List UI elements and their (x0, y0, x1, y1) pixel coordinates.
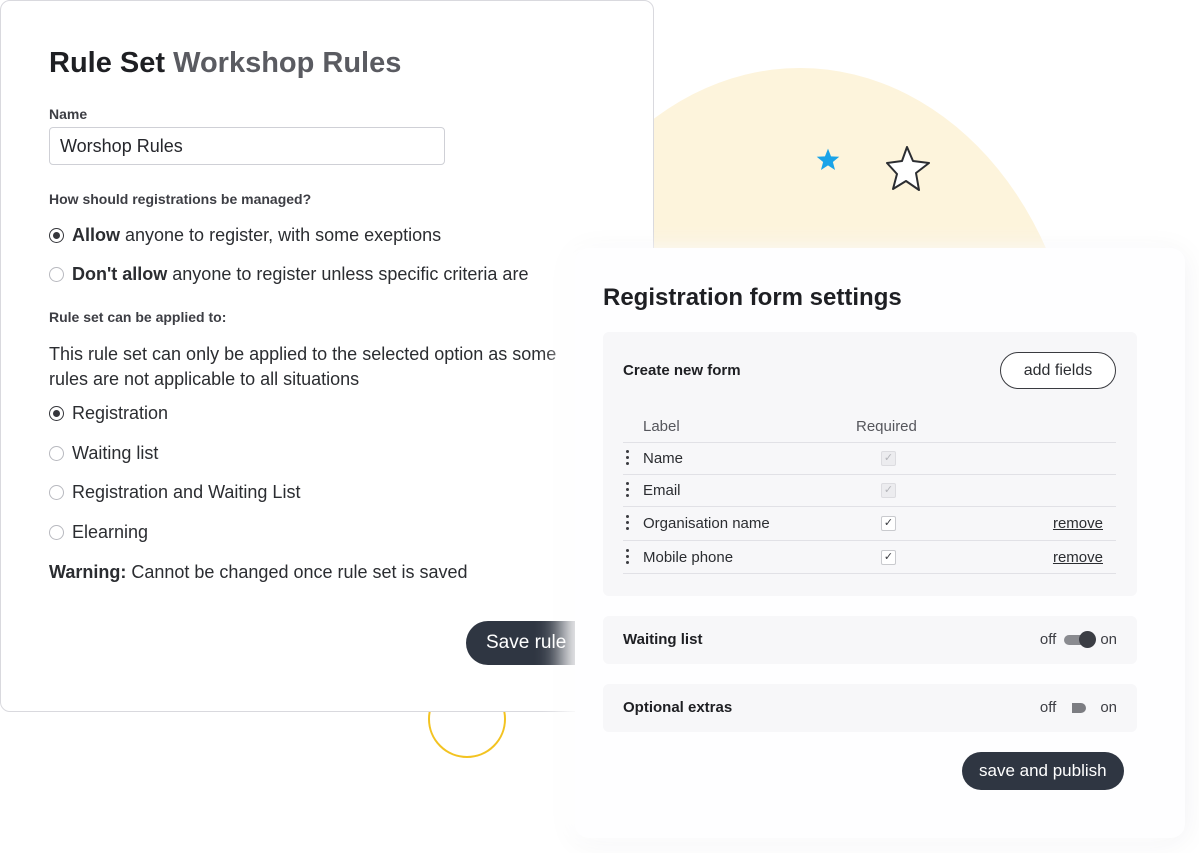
dont-allow-text: anyone to register unless specific crite… (167, 264, 529, 284)
radio-elearning-indicator[interactable] (49, 525, 64, 540)
create-form-label: Create new form (623, 362, 741, 379)
radio-waiting-list[interactable]: Waiting list (49, 443, 158, 464)
field-label: Name (643, 450, 684, 467)
registration-label: Registration (72, 403, 169, 423)
toggle-off-label: off (1039, 631, 1057, 648)
applied-label: Rule set can be applied to: (49, 309, 227, 325)
drag-handle-icon[interactable] (626, 450, 630, 468)
field-label: Organisation name (643, 515, 770, 532)
dont-allow-bold: Don't allow (72, 264, 168, 284)
drag-handle-icon[interactable] (626, 482, 630, 500)
registration-form-settings-card: Registration form settings Create new fo… (575, 248, 1185, 838)
page-title: Rule Set Workshop Rules (49, 47, 401, 80)
drag-handle-icon[interactable] (626, 549, 630, 567)
radio-registration[interactable]: Registration (49, 403, 168, 424)
field-label: Email (643, 482, 681, 499)
column-header-required: Required (856, 418, 917, 435)
rule-set-card: Rule Set Workshop Rules Name Worshop Rul… (0, 0, 654, 712)
warning-message: Warning: Cannot be changed once rule set… (49, 562, 468, 583)
title-rule-set-name: Workshop Rules (173, 47, 402, 79)
radio-allow-indicator[interactable] (49, 228, 64, 243)
title-prefix: Rule Set (49, 47, 166, 79)
toggle-switch[interactable] (1064, 630, 1097, 648)
elearning-label: Elearning (72, 522, 149, 542)
star-outline-icon (886, 146, 930, 191)
waiting-list-label: Waiting list (72, 443, 159, 463)
radio-dont-allow[interactable]: Don't allow anyone to register unless sp… (49, 264, 528, 285)
applied-description: This rule set can only be applied to the… (49, 344, 557, 389)
radio-elearning[interactable]: Elearning (49, 522, 148, 543)
warning-bold: Warning: (49, 562, 127, 582)
allow-text: anyone to register, with some exeptions (120, 225, 442, 245)
manage-question: How should registrations be managed? (49, 191, 312, 207)
field-row: Mobile phone ✓ remove (623, 540, 1116, 574)
required-checkbox[interactable]: ✓ (881, 550, 896, 565)
name-label: Name (49, 106, 88, 122)
field-row: Organisation name ✓ remove (623, 506, 1116, 540)
star-filled-icon (816, 148, 840, 170)
radio-registration-indicator[interactable] (49, 406, 64, 421)
warning-text: Cannot be changed once rule set is saved (126, 562, 468, 582)
allow-bold: Allow (72, 225, 120, 245)
field-label: Mobile phone (643, 549, 734, 566)
remove-link[interactable]: remove (1053, 549, 1103, 566)
name-input[interactable]: Worshop Rules (49, 127, 445, 165)
required-checkbox: ✓ (881, 451, 896, 466)
radio-registration-and-waiting-list[interactable]: Registration and Waiting List (49, 482, 300, 503)
radio-allow[interactable]: Allow anyone to register, with some exep… (49, 225, 441, 246)
required-checkbox[interactable]: ✓ (881, 516, 896, 531)
waiting-list-toggle[interactable]: off on (1039, 630, 1117, 648)
radio-dont-allow-indicator[interactable] (49, 267, 64, 282)
toggle-on-label: on (1100, 699, 1117, 716)
add-fields-button[interactable]: add fields (1000, 352, 1116, 389)
waiting-list-title: Waiting list (623, 631, 703, 648)
form-settings-title: Registration form settings (603, 284, 902, 311)
radio-registration-and-waiting-list-indicator[interactable] (49, 485, 64, 500)
required-checkbox: ✓ (881, 483, 896, 498)
registration-and-waiting-list-label: Registration and Waiting List (72, 482, 301, 502)
toggle-off-label: off (1039, 699, 1057, 716)
toggle-on-label: on (1100, 631, 1117, 648)
column-header-label: Label (643, 418, 680, 435)
field-row: Email ✓ (623, 474, 1116, 506)
remove-link[interactable]: remove (1053, 515, 1103, 532)
optional-extras-title: Optional extras (623, 699, 733, 716)
save-and-publish-button[interactable]: save and publish (962, 752, 1124, 790)
drag-handle-icon[interactable] (626, 515, 630, 533)
optional-extras-panel: Optional extras off on (603, 684, 1137, 732)
optional-extras-toggle[interactable]: off on (1040, 699, 1117, 716)
radio-waiting-list-indicator[interactable] (49, 446, 64, 461)
waiting-list-panel: Waiting list off on (603, 616, 1137, 664)
field-row: Name ✓ (623, 442, 1116, 474)
toggle-switch[interactable] (1064, 702, 1094, 713)
create-form-panel: Create new form add fields Label Require… (603, 332, 1137, 596)
